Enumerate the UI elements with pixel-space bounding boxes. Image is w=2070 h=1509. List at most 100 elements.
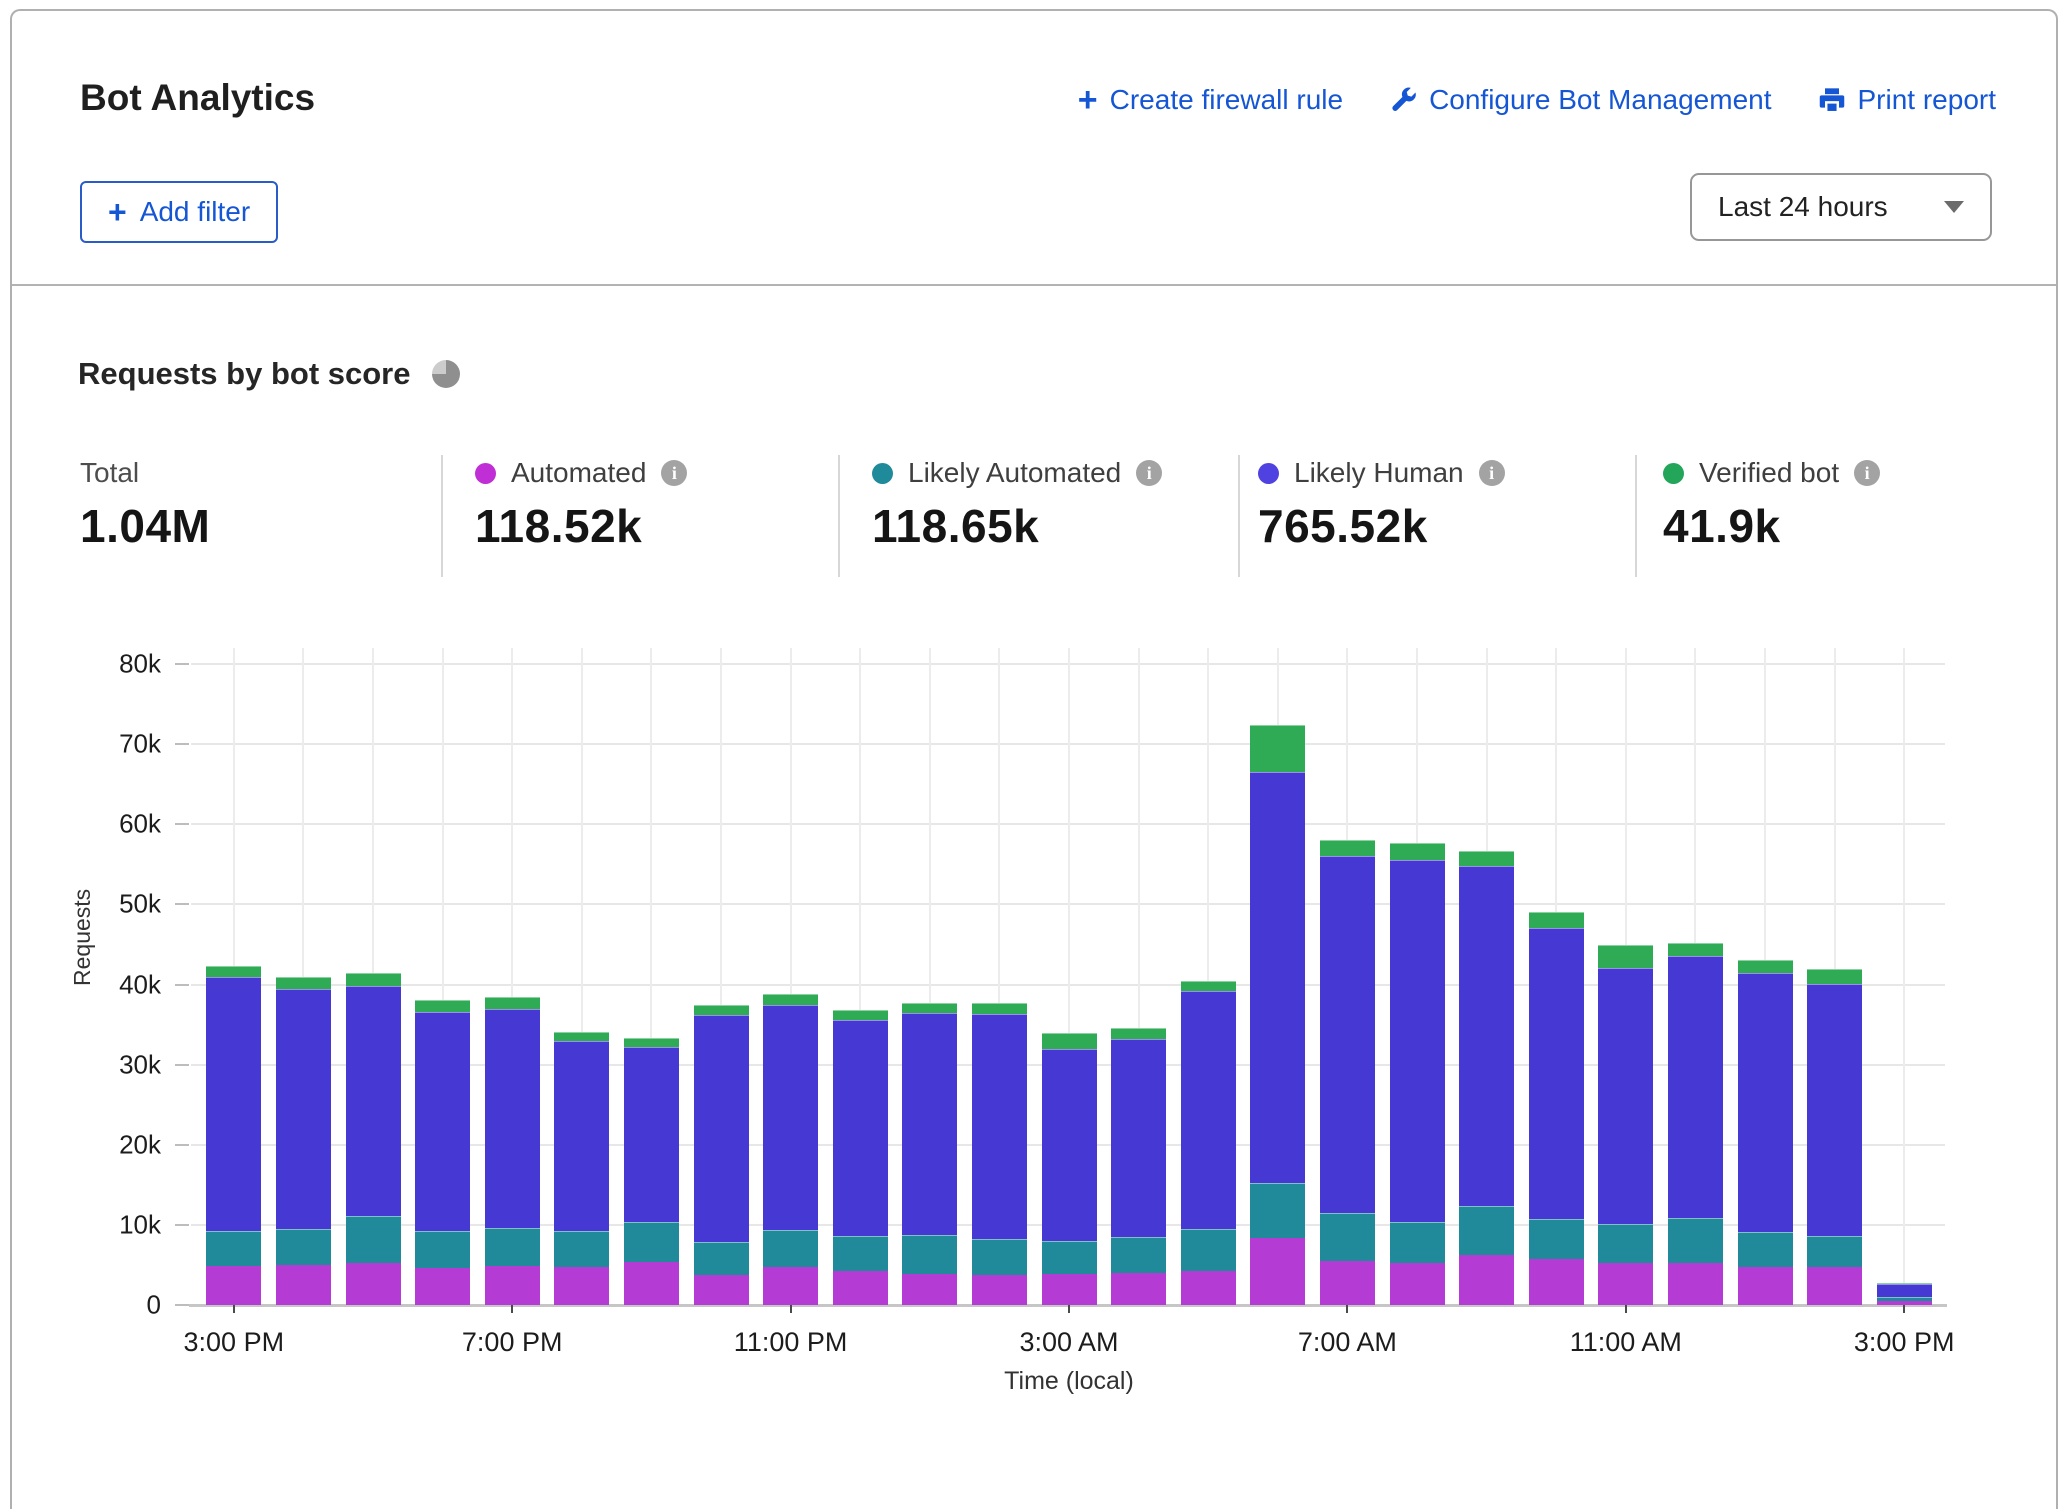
bar-segment-likely-human [1042,1049,1097,1241]
bar-segment-automated [902,1274,957,1305]
bar-1-00-am[interactable] [902,1003,957,1305]
bar-3-00-pm[interactable] [206,966,261,1305]
bar-12-00-am[interactable] [833,1010,888,1305]
y-tick-mark [175,1144,189,1146]
bar-segment-automated [1668,1263,1723,1305]
print-report-label: Print report [1858,84,1997,116]
bar-2-00-am[interactable] [972,1003,1027,1305]
configure-bot-management-label: Configure Bot Management [1429,84,1771,116]
bar-11-00-pm[interactable] [763,994,818,1305]
bar-segment-automated [1529,1259,1584,1305]
stat-verified-bot-value: 41.9k [1663,499,1880,553]
bar-5-00-am[interactable] [1181,981,1236,1305]
bar-4-00-pm[interactable] [276,977,331,1305]
bar-10-00-pm[interactable] [694,1005,749,1305]
info-icon[interactable]: i [1136,460,1162,486]
bar-4-00-am[interactable] [1111,1028,1166,1305]
bar-segment-likely-human [206,977,261,1230]
stat-total: Total 1.04M [80,457,210,553]
print-report-link[interactable]: Print report [1818,84,1997,116]
gridline [1903,648,1905,1305]
bar-3-00-pm[interactable] [1877,1283,1932,1305]
bar-11-00-am[interactable] [1598,945,1653,1305]
stat-total-label: Total [80,457,139,489]
y-tick-label: 60k [119,809,161,840]
bar-segment-verified-bot [1250,725,1305,772]
bar-8-00-pm[interactable] [554,1032,609,1305]
y-tick-label: 70k [119,729,161,760]
stats-row: Total 1.04M Automated i 118.52k Likely A… [12,457,2056,583]
bar-2-00-pm[interactable] [1807,969,1862,1306]
likely-human-legend-dot [1258,463,1279,484]
bar-5-00-pm[interactable] [346,973,401,1305]
create-firewall-rule-link[interactable]: + Create firewall rule [1078,83,1343,117]
bar-segment-verified-bot [554,1032,609,1042]
x-tick-mark [790,1305,792,1313]
bar-segment-verified-bot [1807,969,1862,984]
bar-segment-likely-automated [1459,1206,1514,1254]
bar-10-00-am[interactable] [1529,912,1584,1305]
automated-legend-dot [475,463,496,484]
verified-bot-legend-dot [1663,463,1684,484]
y-tick-label: 50k [119,889,161,920]
bar-segment-likely-human [346,986,401,1216]
bar-segment-likely-automated [206,1231,261,1266]
bar-segment-verified-bot [1042,1033,1097,1048]
printer-icon [1818,86,1846,114]
info-icon[interactable]: i [1479,460,1505,486]
bar-6-00-pm[interactable] [415,1000,470,1305]
bar-segment-automated [276,1265,331,1305]
bar-9-00-pm[interactable] [624,1038,679,1305]
stat-automated[interactable]: Automated i 118.52k [475,457,687,553]
create-firewall-rule-label: Create firewall rule [1110,84,1343,116]
bar-segment-verified-bot [1529,912,1584,928]
bar-1-00-pm[interactable] [1738,960,1793,1305]
y-tick-mark [175,903,189,905]
info-icon[interactable]: i [661,460,687,486]
stat-verified-bot[interactable]: Verified bot i 41.9k [1663,457,1880,553]
bar-3-00-am[interactable] [1042,1033,1097,1305]
bar-12-00-pm[interactable] [1668,943,1723,1305]
bar-segment-automated [624,1262,679,1305]
bar-9-00-am[interactable] [1459,851,1514,1305]
bar-segment-likely-automated [1111,1237,1166,1273]
add-filter-label: Add filter [140,196,251,228]
info-icon[interactable]: i [1854,460,1880,486]
bar-7-00-am[interactable] [1320,840,1375,1305]
time-range-select[interactable]: Last 24 hours [1690,173,1992,241]
bar-segment-likely-automated [833,1236,888,1270]
bar-segment-verified-bot [415,1000,470,1012]
bar-segment-likely-automated [763,1230,818,1267]
bar-8-00-am[interactable] [1390,843,1445,1305]
bar-segment-likely-human [972,1014,1027,1238]
bar-6-00-am[interactable] [1250,725,1305,1305]
bot-analytics-card: Bot Analytics + Create firewall rule Con… [10,9,2058,1509]
y-tick-label: 20k [119,1129,161,1160]
time-range-value: Last 24 hours [1718,191,1888,223]
y-tick-mark [175,1304,189,1306]
add-filter-button[interactable]: + Add filter [80,181,278,243]
bar-segment-automated [1250,1238,1305,1305]
bar-segment-likely-human [1181,991,1236,1229]
bar-segment-likely-automated [1807,1236,1862,1267]
bar-segment-likely-automated [902,1235,957,1274]
bar-segment-likely-automated [346,1216,401,1262]
stat-likely-automated[interactable]: Likely Automated i 118.65k [872,457,1162,553]
section-heading: Requests by bot score [78,356,460,392]
stat-likely-human-value: 765.52k [1258,499,1505,553]
x-tick-mark [233,1305,235,1313]
bar-segment-likely-human [833,1020,888,1236]
bar-7-00-pm[interactable] [485,997,540,1305]
y-tick-mark [175,1064,189,1066]
y-tick-label: 40k [119,969,161,1000]
bar-segment-likely-human [1738,973,1793,1232]
x-tick-mark [1903,1305,1905,1313]
bar-segment-likely-human [554,1041,609,1230]
y-tick-label: 30k [119,1049,161,1080]
bar-segment-likely-automated [415,1231,470,1268]
configure-bot-management-link[interactable]: Configure Bot Management [1389,84,1771,116]
bar-segment-automated [1181,1271,1236,1305]
stat-likely-human[interactable]: Likely Human i 765.52k [1258,457,1505,553]
x-tick-label: 7:00 PM [462,1327,563,1358]
stat-separator [838,455,840,577]
